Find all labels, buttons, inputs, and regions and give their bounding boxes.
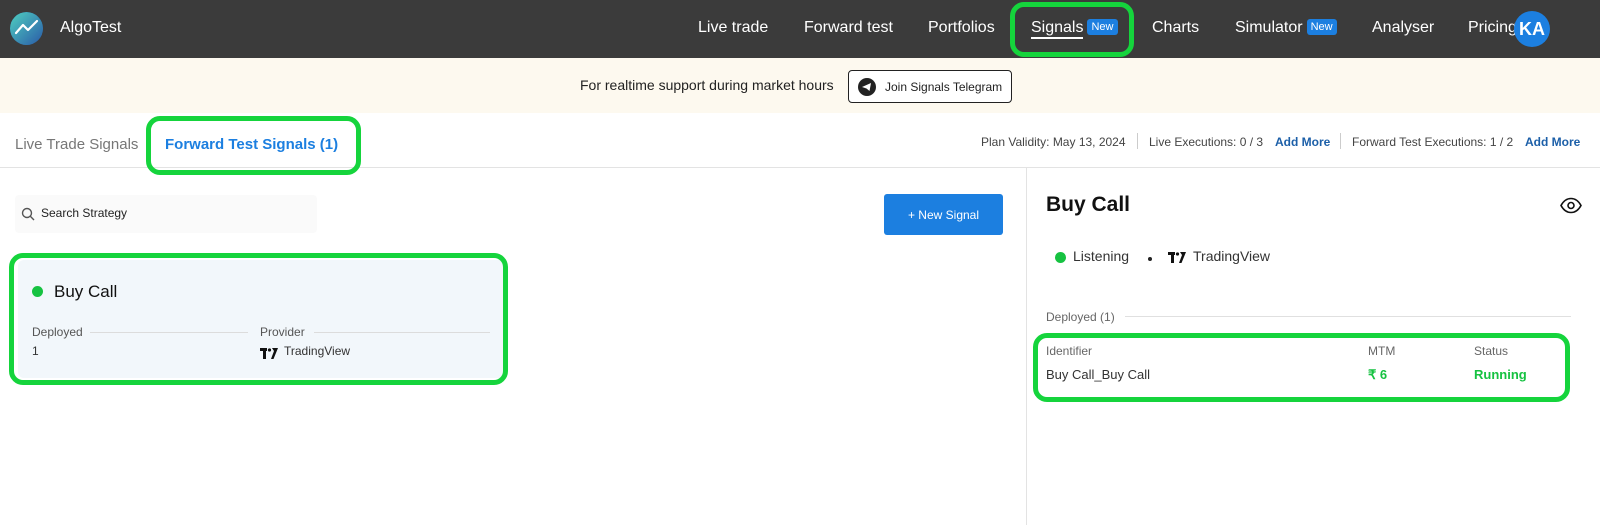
live-executions: Live Executions: 0 / 3 (1149, 135, 1264, 149)
provider-value: TradingView (284, 344, 351, 358)
new-signal-button[interactable]: + New Signal (884, 194, 1003, 235)
nav-forward-test[interactable]: Forward test (804, 19, 893, 37)
tab-forward-test-signals[interactable]: Forward Test Signals (1) (165, 136, 338, 153)
detail-provider: TradingView (1193, 248, 1271, 264)
user-avatar[interactable]: KA (1514, 11, 1550, 47)
nav-signals[interactable]: Signals New (1031, 19, 1118, 39)
join-telegram-button[interactable]: Join Signals Telegram (848, 70, 1012, 103)
signal-card-title: Buy Call (54, 282, 118, 301)
nav-simulator-label: Simulator (1235, 19, 1303, 36)
add-more-forward-link[interactable]: Add More (1525, 135, 1580, 149)
detail-title: Buy Call (1046, 193, 1131, 216)
add-more-live-link[interactable]: Add More (1275, 135, 1330, 149)
deployed-label: Deployed (32, 325, 83, 339)
row-mtm: ₹ 6 (1368, 367, 1388, 382)
banner-text: For realtime support during market hours (580, 77, 834, 93)
simulator-new-badge: New (1306, 19, 1337, 35)
col-header-mtm: MTM (1368, 344, 1396, 358)
card-divider (314, 332, 490, 333)
nav-analyser[interactable]: Analyser (1372, 19, 1434, 37)
deployed-divider (1125, 316, 1571, 317)
status-dot-icon (32, 286, 43, 297)
provider-label: Provider (260, 325, 305, 339)
join-telegram-label: Join Signals Telegram (885, 80, 1003, 94)
col-header-identifier: Identifier (1046, 344, 1093, 358)
nav-live-trade[interactable]: Live trade (698, 19, 768, 37)
tab-live-trade-signals[interactable]: Live Trade Signals (15, 136, 138, 153)
search-input[interactable] (41, 206, 301, 220)
detail-status: Listening (1073, 248, 1130, 264)
card-divider (90, 332, 248, 333)
plan-validity: Plan Validity: May 13, 2024 (981, 135, 1126, 149)
telegram-icon (858, 78, 876, 96)
eye-icon[interactable] (1560, 197, 1582, 214)
support-banner: For realtime support during market hours… (0, 58, 1600, 113)
top-nav-bar: AlgoTest Live trade Forward test Portfol… (0, 0, 1600, 58)
col-header-status: Status (1474, 344, 1509, 358)
tradingview-icon (1168, 250, 1186, 268)
nav-signals-label: Signals (1031, 19, 1084, 39)
nav-portfolios[interactable]: Portfolios (928, 19, 995, 37)
brand-name[interactable]: AlgoTest (60, 19, 121, 37)
deployed-heading: Deployed (1) (1046, 310, 1115, 324)
search-icon (21, 207, 35, 226)
search-box[interactable] (15, 195, 317, 233)
tradingview-icon (260, 346, 278, 364)
row-status: Running (1474, 367, 1527, 382)
meta-divider (1340, 133, 1341, 149)
signals-new-badge: New (1087, 19, 1118, 35)
algotest-logo-icon[interactable] (10, 12, 43, 45)
signal-tabs-bar: Live Trade Signals Forward Test Signals … (0, 113, 1600, 168)
separator-bullet (1148, 257, 1152, 261)
nav-charts[interactable]: Charts (1152, 19, 1199, 37)
deployed-value: 1 (32, 344, 39, 358)
forward-test-executions: Forward Test Executions: 1 / 2 (1352, 135, 1514, 149)
nav-simulator[interactable]: Simulator New (1235, 19, 1337, 37)
pane-divider (1026, 168, 1027, 525)
signal-card[interactable]: Buy Call Deployed Provider 1 TradingView (18, 260, 506, 378)
listening-status-dot-icon (1055, 252, 1066, 263)
row-identifier: Buy Call_Buy Call (1046, 367, 1151, 382)
meta-divider (1137, 133, 1138, 149)
nav-pricing[interactable]: Pricing (1468, 19, 1517, 37)
